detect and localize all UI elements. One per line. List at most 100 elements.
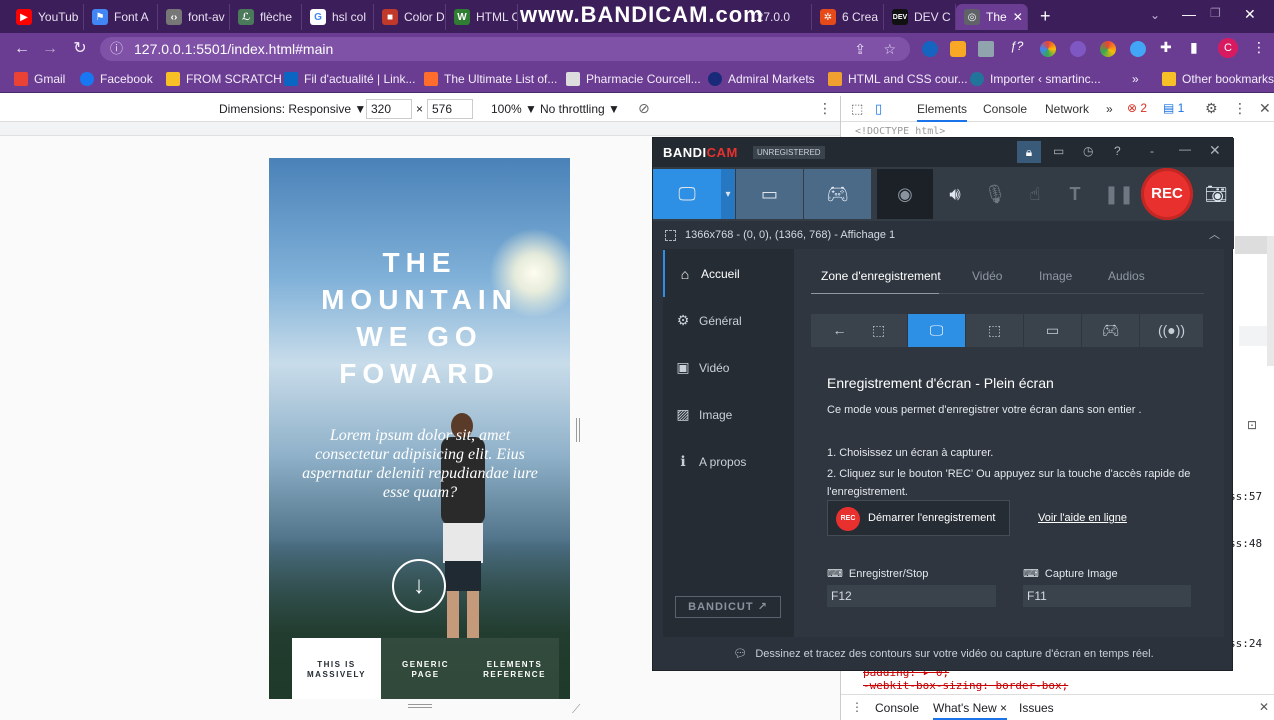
more-options-icon[interactable]: ⋮ [818, 100, 832, 117]
text-overlay-button[interactable]: T [1057, 169, 1093, 219]
bookmark-gmail[interactable]: Gmail [14, 70, 65, 88]
browser-tab-color[interactable]: ■ Color D [374, 4, 446, 30]
fullscreen-mode-button[interactable]: 🖵︎ [908, 314, 966, 347]
game-device-button[interactable]: 🎮︎ [1082, 314, 1140, 347]
bookmarks-overflow-button[interactable]: » [1132, 70, 1139, 88]
browser-tab-youtube[interactable]: ▶ YouTub [8, 4, 84, 30]
profile-avatar[interactable]: C [1218, 38, 1238, 58]
hotkey-capture-field[interactable]: F11 [1023, 585, 1191, 607]
throttling-dropdown[interactable]: No throttling ▼ [540, 102, 620, 116]
browser-tab-font-awesome[interactable]: ⚑ Font A [84, 4, 158, 30]
hdmi-device-button[interactable]: ▭ [1024, 314, 1082, 347]
pause-button[interactable]: ❚❚ [1101, 169, 1137, 219]
inspect-element-icon[interactable]: ⬚ [851, 101, 863, 117]
source-link[interactable]: ss:57 [1229, 490, 1262, 503]
bookmark-from-scratch[interactable]: FROM SCRATCH [166, 70, 282, 88]
drawer-close-icon[interactable]: ✕ [1259, 700, 1269, 714]
click-effect-button[interactable]: ☝︎ [1017, 169, 1053, 219]
error-count[interactable]: ⊗ 2 [1127, 101, 1147, 115]
devtools-scrollbar[interactable] [1267, 236, 1274, 366]
minimize-icon[interactable]: — [1179, 142, 1191, 156]
info-icon[interactable]: ⓘ [110, 37, 123, 61]
extension-image-icon[interactable] [978, 41, 994, 57]
content-tab-zone[interactable]: Zone d'enregistrement [821, 269, 941, 283]
browser-tab-dev[interactable]: DEV DEV C [884, 4, 956, 30]
bookmark-importer[interactable]: Importer ‹ smartinc... [970, 70, 1101, 88]
audio-only-button[interactable]: ((●)) [1140, 314, 1204, 347]
game-mode-button[interactable]: 🎮︎ [804, 169, 871, 219]
browser-tab-active[interactable]: ◎ The ✕ [956, 4, 1028, 30]
lock-icon[interactable]: 🔒︎ [1017, 141, 1041, 163]
devtools-menu-icon[interactable]: ⋮ [1233, 100, 1247, 117]
screen-mode-button[interactable]: 🖵︎ [653, 169, 721, 219]
screenshot-button[interactable]: 📷︎ [1201, 169, 1231, 219]
browser-tab-fleche[interactable]: ℒ flèche [230, 4, 302, 30]
extension-hex-icon[interactable] [1070, 41, 1086, 57]
hdmi-mode-button[interactable]: ▭ [736, 169, 803, 219]
bandicam-titlebar[interactable]: BANDICAM UNREGISTERED 🔒︎ ▭ ◷ ? - — ✕ [653, 138, 1234, 167]
extension-formula-icon[interactable]: ƒ? [1010, 39, 1023, 53]
help-icon[interactable]: ? [1114, 144, 1121, 158]
site-nav-elements-reference[interactable]: ELEMENTS REFERENCE [470, 638, 559, 699]
devtools-tab-console[interactable]: Console [983, 96, 1027, 122]
browser-tab-font-av[interactable]: ‹› font-av [158, 4, 230, 30]
drawer-tab-console[interactable]: Console [875, 701, 919, 715]
new-tab-button[interactable]: + [1040, 6, 1051, 27]
browser-tab-html[interactable]: W HTML C [446, 4, 518, 30]
online-help-link[interactable]: Voir l'aide en ligne [1038, 512, 1127, 524]
address-input[interactable]: ⓘ 127.0.0.1:5501/index.html#main ⇪ ☆ [100, 37, 910, 61]
tab-search-icon[interactable]: ⌄ [1150, 8, 1160, 22]
toggle-sidebar-icon[interactable]: ⊡ [1247, 418, 1257, 432]
devtools-tab-network[interactable]: Network [1045, 96, 1089, 122]
sidebar-item-general[interactable]: ⚙ Général [663, 297, 794, 344]
site-nav-this-is-massively[interactable]: THIS IS MASSIVELY [292, 638, 381, 699]
browser-tab-hsl[interactable]: G hsl col [302, 4, 374, 30]
zoom-dropdown[interactable]: 100% ▼ [491, 102, 537, 116]
unregistered-badge[interactable]: UNREGISTERED [753, 146, 825, 159]
drawer-menu-icon[interactable]: ⋮ [851, 700, 863, 714]
resize-corner-icon[interactable]: ⟋ [572, 702, 580, 717]
bookmark-linkedin[interactable]: Fil d'actualité | Link... [284, 70, 415, 88]
extension-s-icon[interactable] [922, 41, 938, 57]
devtools-close-icon[interactable]: ✕ [1259, 100, 1271, 117]
drawer-tab-whats-new[interactable]: What's New × [933, 701, 1007, 720]
bookmark-pharmacie[interactable]: Pharmacie Courcell... [566, 70, 701, 88]
browser-tab-create[interactable]: ✲ 6 Crea [812, 4, 884, 30]
share-icon[interactable]: ⇪ [854, 37, 866, 61]
start-recording-button[interactable]: REC Démarrer l'enregistrement [827, 500, 1010, 536]
content-tab-video[interactable]: Vidéo [972, 269, 1002, 283]
chevron-up-icon[interactable]: ︿ [1209, 221, 1220, 249]
speaker-button[interactable]: 🔊︎ [937, 169, 973, 219]
side-panel-icon[interactable]: ▮ [1190, 39, 1198, 56]
sidebar-item-accueil[interactable]: ⌂ Accueil [663, 250, 794, 297]
chrome-icon[interactable] [1100, 41, 1116, 57]
scroll-down-button[interactable]: ↓ [392, 559, 446, 613]
viewport-height-input[interactable]: 576 [427, 99, 473, 119]
around-mouse-button[interactable]: ⬚ [966, 314, 1024, 347]
drawer-tab-issues[interactable]: Issues [1019, 701, 1054, 715]
bookmark-ultimate-list[interactable]: The Ultimate List of... [424, 70, 557, 88]
sidebar-item-image[interactable]: ▨ Image [663, 391, 794, 438]
extension-color-icon[interactable] [1040, 41, 1056, 57]
rec-button[interactable]: REC [1141, 168, 1193, 220]
css-declaration[interactable]: -webkit-box-sizing: border-box; [863, 679, 1068, 692]
timer-icon[interactable]: ◷ [1083, 144, 1093, 158]
rotate-icon[interactable]: ⊘ [638, 100, 650, 117]
minimize-button[interactable]: — [1182, 6, 1196, 22]
close-tab-icon[interactable]: ✕ [1013, 10, 1023, 24]
devtools-settings-gear-icon[interactable]: ⚙ [1205, 100, 1218, 117]
device-toggle-icon[interactable]: ▯ [875, 101, 882, 117]
bookmark-html-css[interactable]: HTML and CSS cour... [828, 70, 968, 88]
screen-mode-dropdown[interactable]: ▾ [721, 169, 735, 219]
maximize-button[interactable]: ❐ [1210, 6, 1221, 20]
extension-t-icon[interactable] [950, 41, 966, 57]
bandicut-button[interactable]: BANDICUT ↗ [675, 596, 781, 618]
content-tab-audios[interactable]: Audios [1108, 269, 1145, 283]
devtools-tab-elements[interactable]: Elements [917, 96, 968, 122]
hotkey-record-field[interactable]: F12 [827, 585, 996, 607]
bookmark-facebook[interactable]: Facebook [80, 70, 153, 88]
sidebar-item-video[interactable]: ▣ Vidéo [663, 344, 794, 391]
folder-icon[interactable]: ▭ [1053, 144, 1064, 158]
resize-handle-right[interactable] [576, 418, 580, 442]
close-icon[interactable]: ✕ [1209, 142, 1221, 159]
